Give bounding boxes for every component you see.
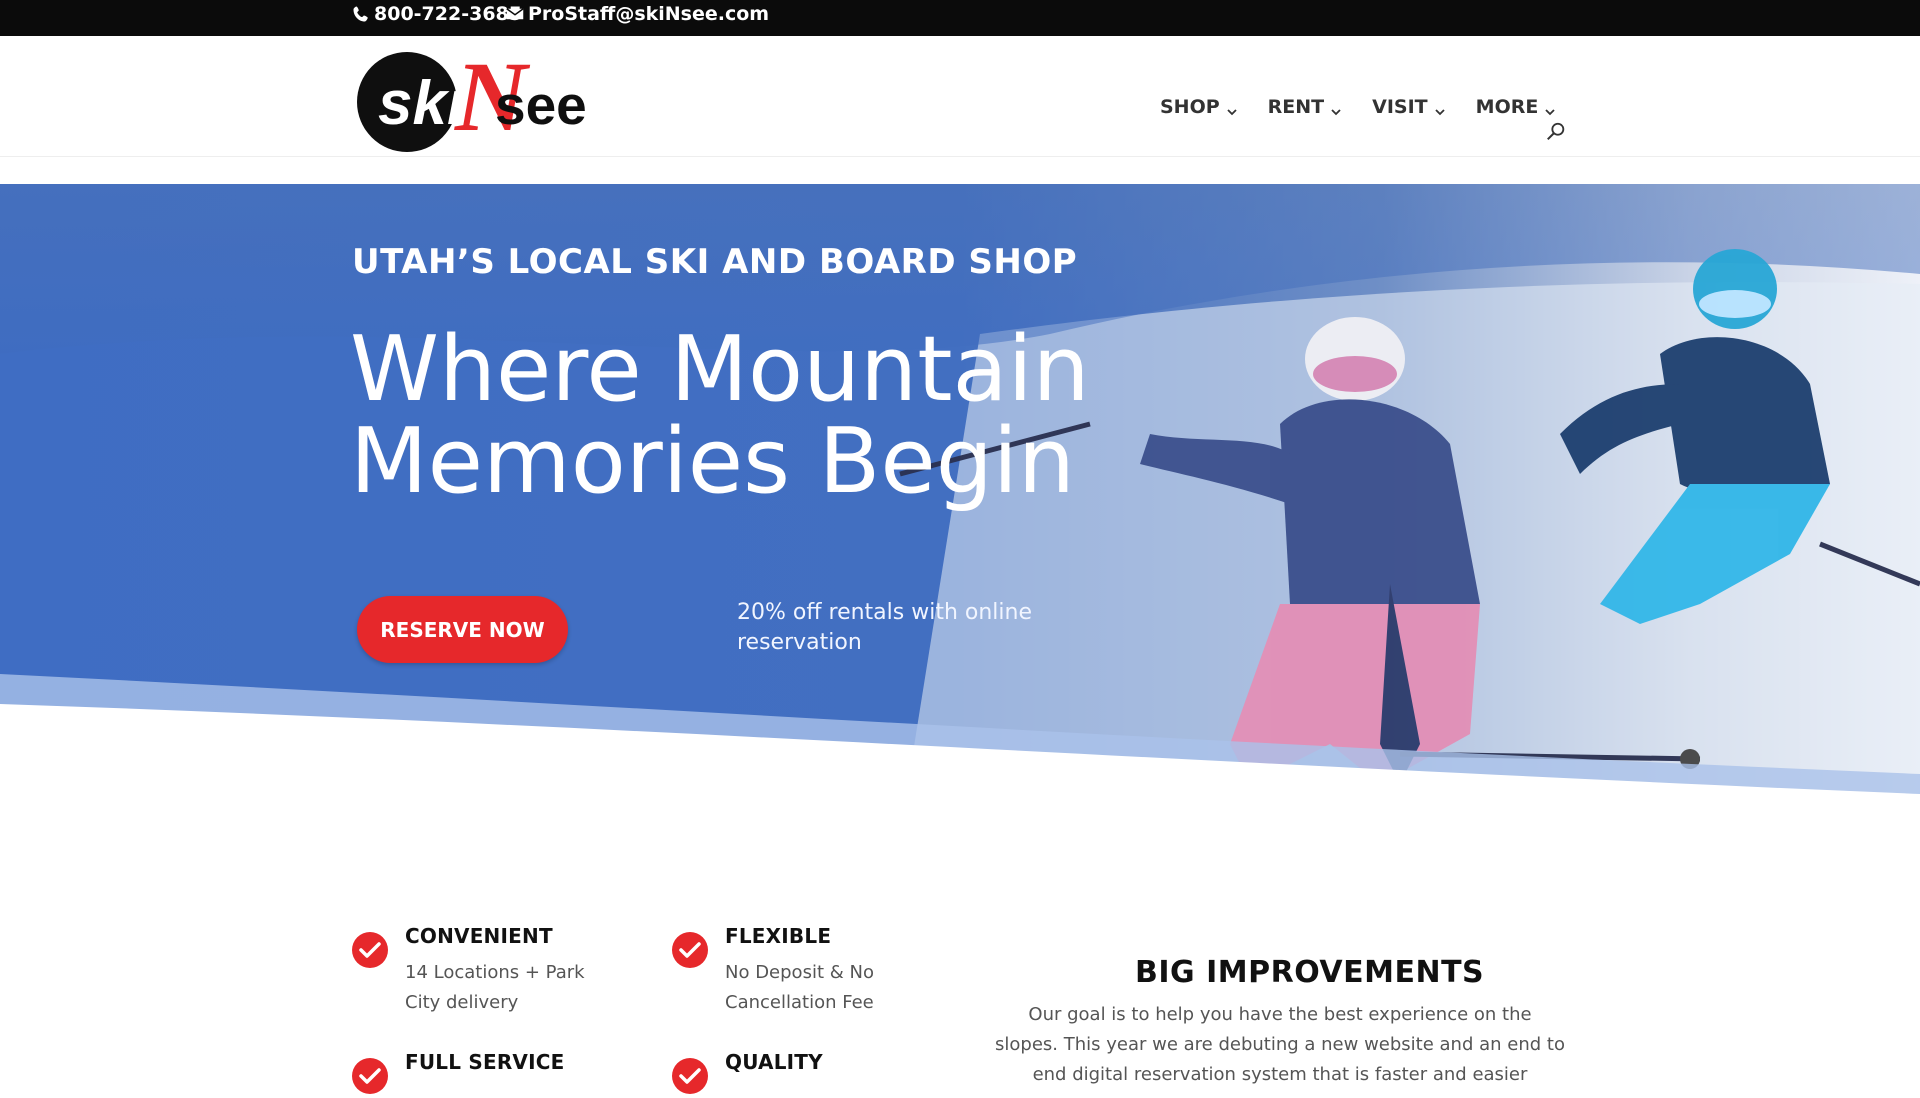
site-logo[interactable]: ski N see: [355, 41, 605, 154]
big-improvements-title: BIG IMPROVEMENTS: [1135, 955, 1485, 990]
topbar-phone-text: 800-722-3685: [374, 3, 522, 25]
topbar: 800-722-3685 ProStaff@skiNsee.com: [0, 0, 1920, 36]
reserve-now-button[interactable]: RESERVE NOW: [357, 596, 568, 663]
nav-shop[interactable]: SHOP: [1160, 96, 1238, 118]
phone-icon: [352, 5, 370, 23]
hero-headline-line-1: Where Mountain: [350, 317, 1090, 422]
topbar-phone[interactable]: 800-722-3685: [352, 0, 522, 28]
svg-text:see: see: [495, 74, 587, 136]
chevron-down-icon: [1330, 101, 1342, 116]
feature-desc: 14 Locations + Park City delivery: [405, 962, 585, 1013]
nav-rent-label: RENT: [1267, 96, 1325, 118]
chevron-down-icon: [1434, 101, 1446, 116]
feature-title: QUALITY: [725, 1050, 823, 1074]
site-header: ski N see SHOP RENT VISIT MORE: [0, 36, 1920, 157]
chevron-down-icon: [1544, 101, 1556, 116]
check-icon: [352, 1058, 388, 1094]
nav-visit-label: VISIT: [1372, 96, 1428, 118]
check-icon: [352, 932, 388, 968]
hero-section: UTAH’S LOCAL SKI AND BOARD SHOP Where Mo…: [0, 184, 1920, 834]
check-icon: [672, 1058, 708, 1094]
hero-headline-line-2: Memories Begin: [350, 409, 1075, 514]
search-icon[interactable]: [1545, 121, 1567, 143]
nav-more[interactable]: MORE: [1476, 96, 1557, 118]
check-icon: [672, 932, 708, 968]
topbar-email-text: ProStaff@skiNsee.com: [528, 3, 770, 25]
nav-shop-label: SHOP: [1160, 96, 1220, 118]
hero-promo-text: 20% off rentals with online reservation: [737, 600, 1032, 655]
chevron-down-icon: [1226, 101, 1238, 116]
nav-rent[interactable]: RENT: [1268, 96, 1342, 118]
svg-text:ski: ski: [378, 69, 466, 138]
nav-more-label: MORE: [1475, 96, 1539, 118]
nav-visit[interactable]: VISIT: [1372, 96, 1446, 118]
topbar-email[interactable]: ProStaff@skiNsee.com: [506, 0, 769, 28]
hero-headline: Where Mountain Memories Begin: [350, 324, 1110, 508]
big-improvements-text: Our goal is to help you have the best ex…: [995, 1004, 1565, 1085]
main-nav: SHOP RENT VISIT MORE: [1160, 96, 1556, 118]
feature-title: CONVENIENT: [405, 924, 553, 948]
mail-icon: [506, 5, 524, 23]
feature-title: FLEXIBLE: [725, 924, 832, 948]
feature-desc: No Deposit & No Cancellation Fee: [725, 962, 874, 1013]
hero-kicker: UTAH’S LOCAL SKI AND BOARD SHOP: [352, 242, 1078, 282]
feature-title: FULL SERVICE: [405, 1050, 565, 1074]
